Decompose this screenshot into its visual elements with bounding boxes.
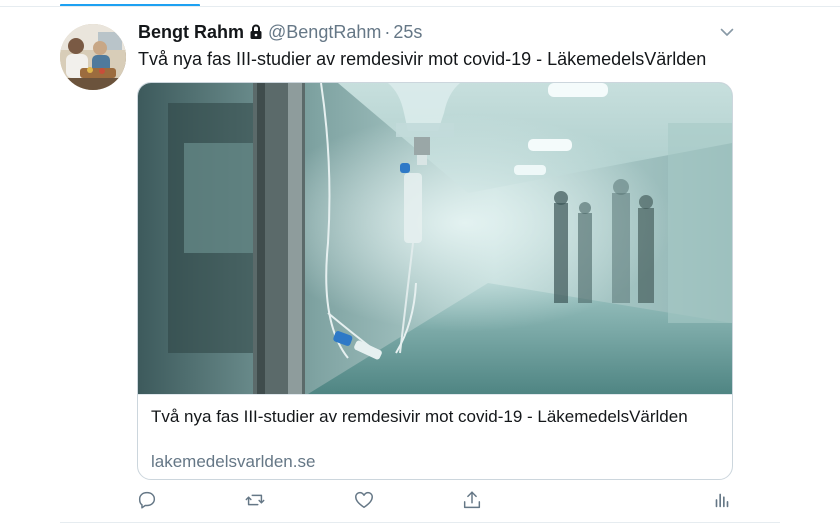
card-image	[138, 83, 732, 394]
avatar[interactable]	[60, 24, 126, 90]
heart-icon	[355, 491, 373, 509]
tweet-timestamp[interactable]: 25s	[393, 22, 422, 43]
chevron-down-icon[interactable]	[719, 24, 735, 40]
avatar-photo	[60, 24, 126, 90]
reply-button[interactable]	[136, 489, 158, 511]
like-button[interactable]	[353, 489, 375, 511]
analytics-button[interactable]	[711, 489, 733, 511]
top-divider	[0, 6, 840, 7]
author-name[interactable]: Bengt Rahm	[138, 22, 244, 43]
reply-icon	[138, 491, 156, 509]
retweet-button[interactable]	[244, 489, 266, 511]
share-button[interactable]	[461, 489, 483, 511]
tweet-header: Bengt Rahm @BengtRahm · 25s	[138, 20, 422, 44]
separator-dot: ·	[384, 21, 391, 42]
lock-icon	[249, 24, 263, 40]
bottom-divider	[60, 522, 780, 523]
card-domain[interactable]: lakemedelsvarlden.se	[151, 451, 315, 473]
tweet-text: Två nya fas III-studier av remdesivir mo…	[138, 49, 707, 69]
analytics-icon	[715, 493, 729, 508]
card-body[interactable]: Två nya fas III-studier av remdesivir mo…	[138, 394, 732, 479]
card-title[interactable]: Två nya fas III-studier av remdesivir mo…	[151, 406, 711, 428]
link-card[interactable]: Två nya fas III-studier av remdesivir mo…	[137, 82, 733, 480]
share-icon	[463, 491, 481, 509]
retweet-icon	[245, 494, 265, 506]
author-handle[interactable]: @BengtRahm	[268, 22, 381, 43]
iv-drip-corridor-image	[138, 83, 732, 394]
